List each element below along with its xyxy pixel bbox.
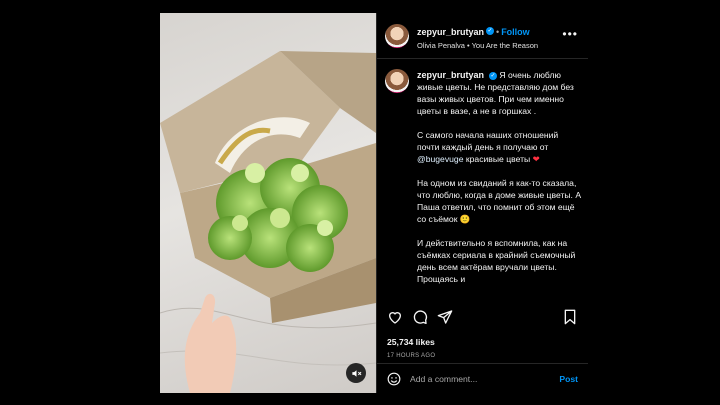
post-video[interactable] [160, 13, 376, 393]
emoji-icon[interactable] [387, 372, 401, 386]
separator-dot: • [496, 26, 500, 37]
caption-text: zepyur_brutyan ✓ Я очень люблю живые цвет… [417, 69, 582, 301]
red-heart-icon: ❤ [532, 154, 540, 164]
likes-count[interactable]: 25,734 likes [387, 337, 435, 347]
mute-button[interactable] [346, 363, 366, 383]
post-header: zepyur_brutyan ✓ • Follow Olivia Penalva • … [377, 13, 588, 59]
audio-track-link[interactable]: Olivia Penalva • You Are the Reason [417, 41, 538, 50]
post-side-panel: zepyur_brutyan ✓ • Follow Olivia Penalva • … [376, 13, 588, 393]
caption-paragraph-3: На одном из свиданий я как-то сказала, ч… [417, 178, 582, 224]
more-options-icon[interactable]: ••• [562, 27, 578, 41]
bookmark-icon[interactable] [562, 309, 578, 325]
post-comment-button[interactable]: Post [559, 374, 578, 384]
caption-block: zepyur_brutyan ✓ Я очень люблю живые цвет… [385, 69, 582, 301]
caption-avatar[interactable] [385, 69, 409, 93]
heart-icon[interactable] [387, 309, 403, 325]
share-icon[interactable] [437, 309, 453, 325]
caption-paragraph-2b: красивые цветы [465, 154, 531, 164]
author-username[interactable]: zepyur_brutyan [417, 27, 484, 37]
avatar[interactable] [385, 23, 409, 48]
verified-badge-icon: ✓ [486, 26, 495, 35]
caption-paragraph-4: И действительно я вспомнила, как на съём… [417, 238, 578, 284]
action-bar [387, 309, 578, 327]
comment-icon[interactable] [412, 309, 428, 325]
flower-box-illustration [160, 51, 376, 393]
post-timestamp[interactable]: 17 HOURS AGO [387, 353, 435, 359]
comment-input[interactable] [410, 373, 540, 384]
caption-username[interactable]: zepyur_brutyan [417, 70, 484, 80]
mute-icon [351, 369, 361, 377]
caption-paragraph-2: С самого начала наших отношений почти ка… [417, 130, 561, 152]
post-modal: zepyur_brutyan ✓ • Follow Olivia Penalva • … [160, 13, 588, 393]
verified-badge-icon: ✓ [489, 71, 498, 80]
follow-button[interactable]: Follow [501, 27, 530, 37]
comment-bar: Post [377, 363, 588, 393]
mention-link[interactable]: @bugevuge [417, 154, 463, 164]
